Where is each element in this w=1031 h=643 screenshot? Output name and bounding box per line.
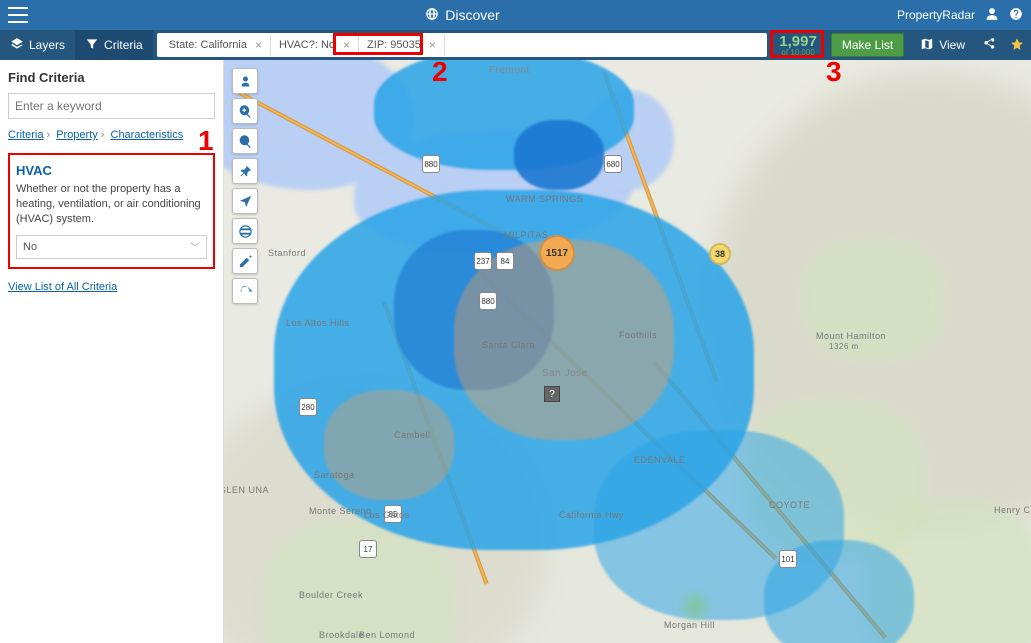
result-count-sub: of 10,000 xyxy=(781,49,814,57)
help-icon[interactable] xyxy=(1009,7,1023,24)
hwy-shield: 101 xyxy=(779,550,797,568)
page-title: Discover xyxy=(28,7,897,24)
criteria-button[interactable]: Criteria xyxy=(75,30,153,60)
callout-num-2: 2 xyxy=(432,56,448,88)
sidebar: Find Criteria Criteria› Property› Charac… xyxy=(0,60,224,643)
hwy-shield: 680 xyxy=(604,155,622,173)
map[interactable]: 880 680 237 84 280 880 85 17 101 Fremont… xyxy=(224,60,1031,643)
page-title-text: Discover xyxy=(445,7,499,23)
callout-num-1: 1 xyxy=(198,125,214,157)
map-label: Saratoga xyxy=(314,470,355,480)
draw-tool[interactable] xyxy=(232,248,258,274)
map-label: Morgan Hill xyxy=(664,620,715,630)
chip-label: ZIP: 95035 xyxy=(367,39,421,51)
close-icon[interactable]: × xyxy=(343,38,350,52)
map-label: Cambell xyxy=(394,430,431,440)
share-button[interactable] xyxy=(975,30,1003,60)
criteria-label: Criteria xyxy=(104,38,143,52)
map-cluster[interactable]: 1517 xyxy=(539,235,575,271)
criteria-chips: State: California × HVAC?: No × ZIP: 950… xyxy=(157,33,768,57)
map-label: EDENVALE xyxy=(634,455,685,465)
map-label: San Jose xyxy=(542,368,588,379)
map-background: 880 680 237 84 280 880 85 17 101 Fremont… xyxy=(224,60,1031,643)
criteria-description: Whether or not the property has a heatin… xyxy=(16,182,207,227)
zoom-in-tool[interactable] xyxy=(232,98,258,124)
breadcrumb-criteria[interactable]: Criteria xyxy=(8,129,43,141)
layers-icon xyxy=(10,37,24,54)
layers-button[interactable]: Layers xyxy=(0,30,75,60)
map-tools xyxy=(232,68,258,304)
map-icon xyxy=(920,37,934,54)
globe-tool[interactable] xyxy=(232,218,258,244)
map-label: Stanford xyxy=(268,248,306,258)
hvac-select[interactable]: No ﹀ xyxy=(16,235,207,259)
close-icon[interactable]: × xyxy=(429,38,436,52)
unknown-marker[interactable]: ? xyxy=(544,386,560,402)
map-label: MILPITAS xyxy=(504,230,548,240)
topbar: Discover PropertyRadar xyxy=(0,0,1031,30)
hwy-shield: 237 xyxy=(474,252,492,270)
globe-icon xyxy=(425,7,439,24)
filter-icon xyxy=(85,37,99,54)
map-label: Mount Hamilton xyxy=(816,331,886,341)
view-all-criteria-link[interactable]: View List of All Criteria xyxy=(8,281,117,293)
navigate-tool[interactable] xyxy=(232,188,258,214)
callout-num-3: 3 xyxy=(826,56,842,88)
chip-label: State: California xyxy=(169,39,247,51)
map-label: Brookdale xyxy=(319,630,364,640)
sidebar-heading: Find Criteria xyxy=(8,70,215,85)
view-button[interactable]: View xyxy=(910,30,975,60)
chip-zip[interactable]: ZIP: 95035 × xyxy=(359,34,445,56)
breadcrumb: Criteria› Property› Characteristics xyxy=(8,129,215,141)
map-label: Foothills xyxy=(619,330,657,340)
map-label: COYOTE xyxy=(769,500,810,510)
map-label: Ben Lomond xyxy=(359,630,415,640)
keyword-input[interactable] xyxy=(8,93,215,119)
make-list-button[interactable]: Make List xyxy=(831,33,904,57)
result-count-value: 1,997 xyxy=(779,34,817,49)
map-label: 1326 m xyxy=(829,342,859,351)
hwy-shield: 280 xyxy=(299,398,317,416)
map-label: Los Altos Hills xyxy=(286,318,350,328)
favorite-button[interactable] xyxy=(1003,30,1031,60)
zoom-out-tool[interactable] xyxy=(232,128,258,154)
locate-owner-tool[interactable] xyxy=(232,68,258,94)
pin-tool[interactable] xyxy=(232,158,258,184)
hwy-shield: 880 xyxy=(422,155,440,173)
chip-state[interactable]: State: California × xyxy=(161,34,271,56)
map-cluster[interactable]: 2 xyxy=(684,595,706,617)
view-label: View xyxy=(939,38,965,52)
map-label: WARM SPRINGS xyxy=(506,194,583,204)
criteria-hvac-box: HVAC Whether or not the property has a h… xyxy=(8,153,215,269)
map-label: Monte Sereno xyxy=(309,506,372,516)
map-label: Fremont xyxy=(489,65,530,76)
user-icon[interactable] xyxy=(985,7,999,24)
star-icon xyxy=(1010,37,1024,54)
map-label: GLEN UNA xyxy=(224,485,269,495)
result-count: 1,997 of 10,000 xyxy=(771,30,825,60)
close-icon[interactable]: × xyxy=(255,38,262,52)
chevron-down-icon: ﹀ xyxy=(190,239,200,254)
chip-hvac[interactable]: HVAC?: No × xyxy=(271,34,359,56)
map-label: Henry Co xyxy=(994,505,1031,515)
hwy-shield: 880 xyxy=(479,292,497,310)
layers-label: Layers xyxy=(29,38,65,52)
map-label: California Hwy xyxy=(559,510,624,520)
map-label: Boulder Creek xyxy=(299,590,363,600)
breadcrumb-property[interactable]: Property xyxy=(56,129,98,141)
hvac-select-value: No xyxy=(23,241,37,253)
map-cluster[interactable]: 38 xyxy=(709,243,731,265)
chip-label: HVAC?: No xyxy=(279,39,335,51)
map-label: Santa Clara xyxy=(482,340,535,350)
menu-icon[interactable] xyxy=(8,7,28,23)
hwy-shield: 84 xyxy=(496,252,514,270)
share-icon xyxy=(982,37,996,54)
user-label: PropertyRadar xyxy=(897,8,975,22)
toolbar: Layers Criteria State: California × HVAC… xyxy=(0,30,1031,60)
refresh-tool[interactable] xyxy=(232,278,258,304)
breadcrumb-characteristics[interactable]: Characteristics xyxy=(111,129,184,141)
criteria-title: HVAC xyxy=(16,163,207,178)
hwy-shield: 17 xyxy=(359,540,377,558)
